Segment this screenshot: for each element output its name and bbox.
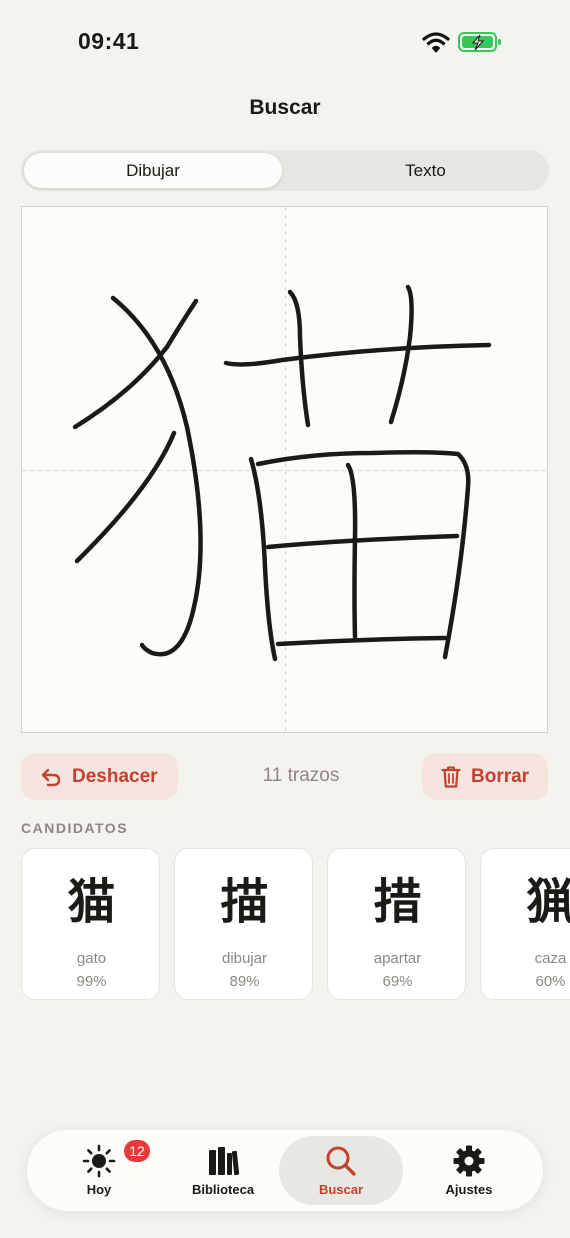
tab-draw[interactable]: Dibujar xyxy=(24,153,282,188)
undo-label: Deshacer xyxy=(72,765,158,787)
tab-label: Hoy xyxy=(86,1182,112,1197)
status-bar: 09:41 xyxy=(0,0,570,84)
candidate-meaning: caza xyxy=(534,950,567,967)
candidate-confidence: 99% xyxy=(76,973,107,990)
candidates-heading: CANDIDATOS xyxy=(21,820,129,836)
tab-hoy[interactable]: 12 Hoy xyxy=(37,1130,161,1211)
undo-button[interactable]: Deshacer xyxy=(21,753,178,800)
candidate-confidence: 69% xyxy=(382,973,413,990)
stroke-8 xyxy=(255,449,471,660)
candidate-meaning: dibujar xyxy=(221,950,268,967)
tab-label: Buscar xyxy=(318,1182,364,1197)
candidate-kanji: 措 xyxy=(373,874,422,930)
status-time: 09:41 xyxy=(78,28,140,54)
tab-text[interactable]: Texto xyxy=(305,153,546,188)
tab-bar: 12 Hoy Biblioteca Buscar Ajustes xyxy=(27,1130,543,1211)
stroke-1 xyxy=(110,295,203,657)
candidate-confidence: 89% xyxy=(229,973,260,990)
tab-buscar[interactable]: Buscar xyxy=(279,1136,403,1205)
handwriting-strokes xyxy=(22,207,549,734)
trash-icon xyxy=(441,766,461,788)
books-icon xyxy=(209,1147,240,1176)
gear-icon xyxy=(453,1145,485,1177)
stroke-11 xyxy=(275,635,448,647)
stroke-4 xyxy=(223,342,492,367)
stroke-9 xyxy=(345,462,358,640)
candidates-list: 猫 gato 99% 描 dibujar 89% 措 apartar 69% 猟… xyxy=(21,848,570,1002)
wifi-icon xyxy=(422,32,450,53)
candidate-card[interactable]: 措 apartar 69% xyxy=(327,848,466,1000)
stroke-6 xyxy=(388,284,414,425)
candidate-confidence: 60% xyxy=(535,973,566,990)
tab-label: Ajustes xyxy=(445,1182,493,1197)
stroke-10 xyxy=(265,533,460,550)
stroke-count: 11 trazos xyxy=(262,765,340,786)
drawing-canvas[interactable] xyxy=(21,206,549,734)
clear-label: Borrar xyxy=(471,765,530,787)
candidate-kanji: 猫 xyxy=(67,874,116,930)
undo-icon xyxy=(41,768,61,786)
candidate-kanji: 猟 xyxy=(526,874,570,930)
battery-charging-icon xyxy=(458,32,501,52)
tab-ajustes[interactable]: Ajustes xyxy=(407,1130,531,1211)
tab-label: Biblioteca xyxy=(191,1182,255,1197)
tab-biblioteca[interactable]: Biblioteca xyxy=(161,1130,285,1211)
input-mode-segmented-control: Dibujar Texto xyxy=(21,150,549,191)
clear-button[interactable]: Borrar xyxy=(422,753,548,800)
candidate-card[interactable]: 描 dibujar 89% xyxy=(174,848,313,1000)
candidate-kanji: 描 xyxy=(220,874,269,930)
notification-badge: 12 xyxy=(124,1140,150,1162)
page-title: Buscar xyxy=(249,96,321,119)
stroke-3 xyxy=(74,430,177,564)
search-icon xyxy=(326,1146,356,1176)
candidate-meaning: apartar xyxy=(373,950,422,967)
candidate-card[interactable]: 猫 gato 99% xyxy=(21,848,160,1000)
stroke-7 xyxy=(248,456,278,662)
candidate-card[interactable]: 猟 caza 60% xyxy=(480,848,570,1000)
sun-icon xyxy=(82,1144,116,1178)
candidate-meaning: gato xyxy=(76,950,107,967)
